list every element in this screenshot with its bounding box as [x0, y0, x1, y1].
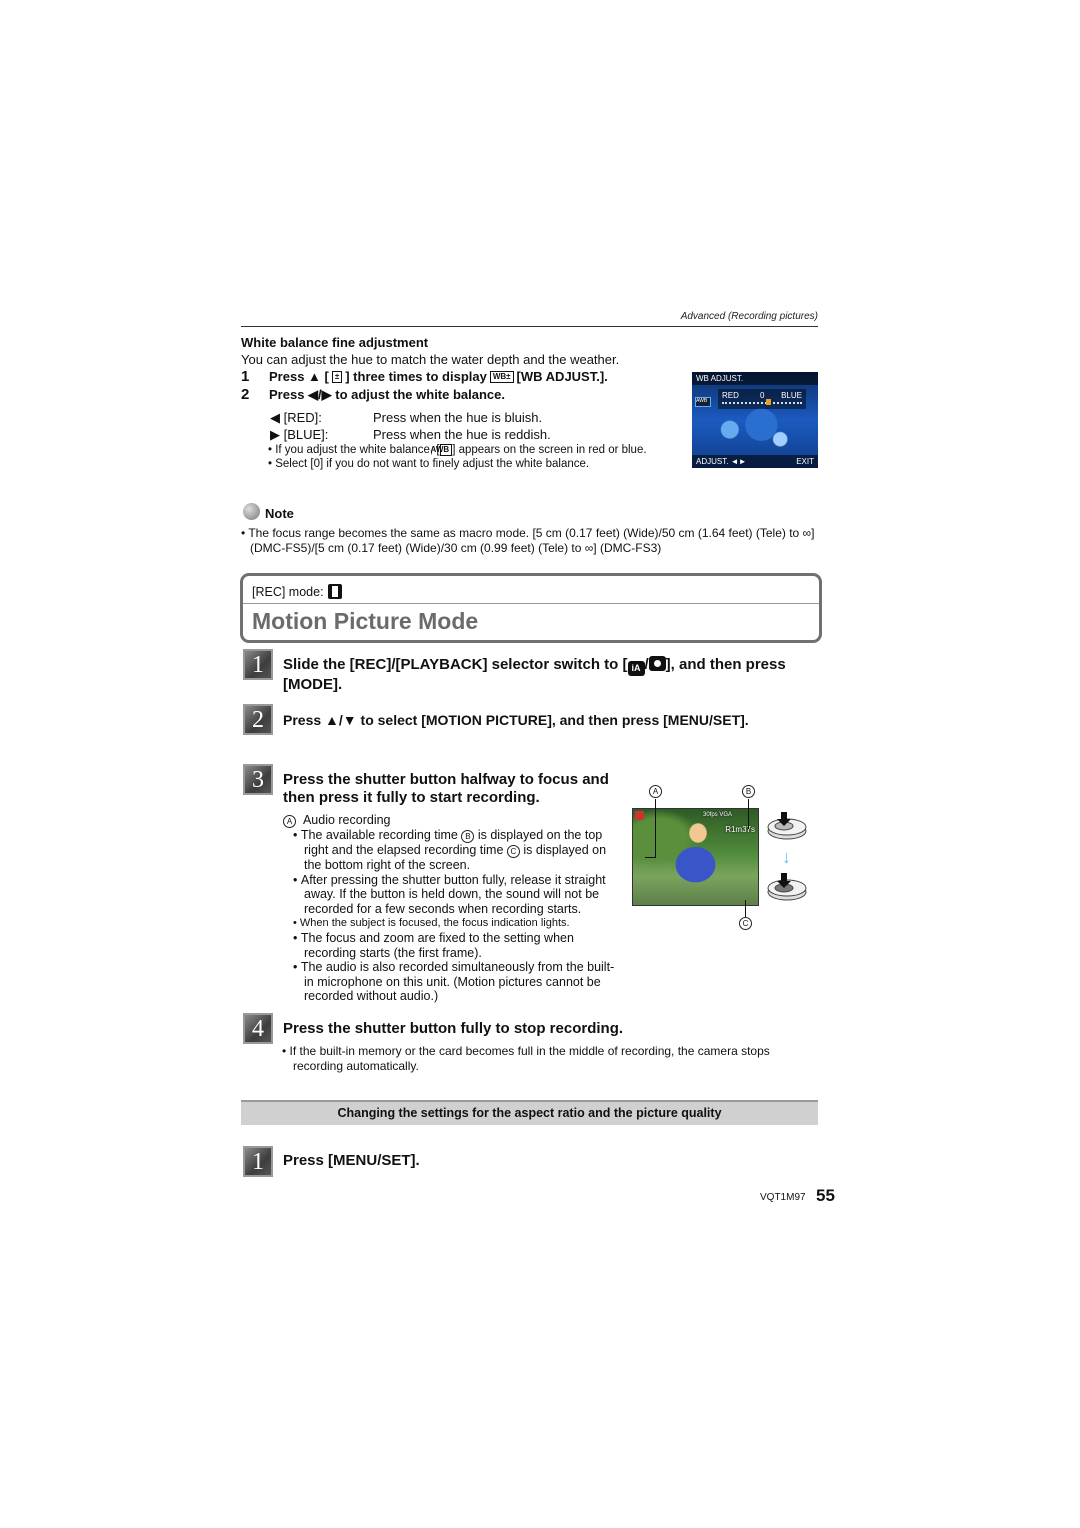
- note-text: • The focus range becomes the same as ma…: [241, 526, 821, 556]
- awb-icon: AWB: [431, 443, 453, 456]
- wb-bullets: • If you adjust the white balance, [AWB]…: [268, 443, 683, 471]
- center-value: 0: [760, 391, 765, 400]
- screen-title-bar: WB ADJUST.: [692, 372, 818, 385]
- legend-a: A Audio recording: [283, 813, 623, 828]
- bullet-text: ] appears on the screen in red or blue.: [452, 444, 647, 456]
- note-label: Note: [265, 506, 294, 521]
- exposure-icon: ±: [331, 370, 343, 383]
- wb-step-2: 2 Press ◀/▶ to adjust the white balance.: [241, 386, 505, 403]
- wb-option-blue: ▶ [BLUE]: Press when the hue is reddish.: [270, 427, 551, 443]
- bullet-item: • After pressing the shutter button full…: [293, 872, 606, 916]
- option-key: ▶ [BLUE]:: [270, 427, 329, 442]
- figure-label-c: C: [739, 917, 752, 930]
- red-label: RED: [722, 391, 739, 400]
- step-3-details: A Audio recording • The available record…: [283, 813, 623, 1004]
- settings-step-1-text: Press [MENU/SET].: [283, 1152, 420, 1169]
- bullet-text: After pressing the shutter button fully,…: [300, 872, 606, 916]
- document-code: VQT1M97: [760, 1192, 806, 1203]
- bullet-item: • The audio is also recorded simultaneou…: [293, 960, 615, 1004]
- shutter-full-press-icon: [767, 873, 807, 901]
- bullet-item: • Select [0] if you do not want to finel…: [268, 458, 590, 470]
- figure-label-a: A: [649, 785, 662, 798]
- settings-subsection-bar: Changing the settings for the aspect rat…: [241, 1100, 818, 1125]
- note-pencil-icon: [243, 503, 260, 520]
- marker-c: C: [506, 845, 520, 858]
- hud-remaining-time: R1m37s: [725, 825, 755, 834]
- wb-step-number: 1: [241, 368, 250, 385]
- option-key: ◀ [RED]:: [270, 410, 322, 425]
- page-title: Motion Picture Mode: [252, 608, 479, 634]
- step-badge-2: 2: [243, 704, 273, 735]
- arrow-down-icon: ↓: [782, 847, 791, 867]
- figure-label-b: B: [742, 785, 755, 798]
- header-divider: [241, 326, 818, 327]
- section-label: Advanced (Recording pictures): [680, 311, 818, 322]
- bullet-item: • The focus and zoom are fixed to the se…: [293, 930, 574, 960]
- callout-line-a: [655, 799, 656, 857]
- bullet-text: If the built-in memory or the card becom…: [289, 1044, 770, 1073]
- wb-step-text: [WB ADJUST.].: [516, 369, 608, 384]
- bullet-item: • If the built-in memory or the card bec…: [282, 1044, 770, 1073]
- bullet-item: • If you adjust the white balance, [AWB]…: [268, 443, 683, 457]
- wb-step-1: 1 Press ▲ [ ± ] three times to display W…: [241, 368, 608, 385]
- bullet-text: When the subject is focused, the focus i…: [299, 917, 570, 930]
- step-2-text: Press ▲/▼ to select [MOTION PICTURE], an…: [283, 712, 749, 728]
- step-4-details: • If the built-in memory or the card bec…: [282, 1044, 813, 1073]
- wb-section-title: White balance fine adjustment: [241, 335, 429, 350]
- mode-box-divider: [243, 603, 819, 604]
- bullet-text: The audio is also recorded simultaneousl…: [300, 960, 615, 1004]
- step-badge-3: 3: [243, 764, 273, 795]
- callout-line-c: [745, 900, 746, 917]
- exit-hint: EXIT: [796, 457, 814, 466]
- wb-slider-panel: RED 0 BLUE: [718, 389, 806, 409]
- wb-step-text: Press ▲ [: [269, 369, 329, 384]
- wb-adjust-screen-image: WB ADJUST. AWB RED 0 BLUE ADJUST. ◄► EXI…: [692, 372, 818, 468]
- bullet-text: The available recording time: [300, 828, 462, 842]
- wb-adjust-icon: WB±: [489, 370, 514, 383]
- option-desc: Press when the hue is reddish.: [373, 427, 551, 442]
- motion-picture-icon: [327, 584, 342, 599]
- callout-line-b: [748, 799, 749, 829]
- bullet-text: • If you adjust the white balance, [: [268, 444, 440, 456]
- wb-intro-text: You can adjust the hue to match the wate…: [241, 352, 620, 367]
- rec-mode-label: [REC] mode:: [252, 584, 324, 599]
- page-number: 55: [816, 1186, 835, 1205]
- step-1-text: Slide the [REC]/[PLAYBACK] selector swit…: [283, 656, 813, 694]
- awb-indicator: AWB: [695, 397, 711, 407]
- motion-mode-indicator: [635, 811, 644, 820]
- wb-option-red: ◀ [RED]: Press when the hue is bluish.: [270, 410, 542, 426]
- settings-step-badge-1: 1: [243, 1146, 273, 1177]
- note-bullet: • The focus range becomes the same as ma…: [241, 526, 815, 555]
- rec-mode-line: [REC] mode:: [252, 584, 342, 599]
- intelligent-auto-icon: iA: [627, 661, 645, 676]
- step-badge-4: 4: [243, 1013, 273, 1044]
- screen-title: WB ADJUST.: [696, 374, 744, 383]
- callout-line-a: [645, 857, 656, 858]
- wb-step-text: ] three times to display: [345, 369, 487, 384]
- camera-icon: [648, 656, 666, 671]
- wb-scale: [722, 402, 802, 406]
- bullet-item: • The available recording time B is disp…: [293, 828, 607, 872]
- wb-step-number: 2: [241, 386, 250, 403]
- wb-step-text: Press ◀/▶ to adjust the white balance.: [269, 386, 505, 402]
- option-desc: Press when the hue is bluish.: [373, 410, 543, 425]
- blue-label: BLUE: [781, 391, 802, 400]
- marker-b: B: [461, 830, 475, 843]
- step-text: Slide the [REC]/[PLAYBACK] selector swit…: [283, 656, 628, 673]
- legend-a-text: Audio recording: [302, 813, 391, 827]
- bullet-text: The focus and zoom are fixed to the sett…: [300, 930, 574, 960]
- shutter-half-press-icon: [767, 812, 807, 840]
- bullet-item: • When the subject is focused, the focus…: [293, 917, 570, 930]
- wb-cursor: [766, 399, 771, 405]
- adjust-hint: ADJUST. ◄►: [696, 457, 747, 466]
- screen-bottom-bar: ADJUST. ◄► EXIT: [692, 455, 818, 468]
- hud-quality: 30fps VGA: [703, 812, 733, 818]
- step-3-text: Press the shutter button halfway to focu…: [283, 771, 609, 806]
- step-4-text: Press the shutter button fully to stop r…: [283, 1020, 624, 1037]
- marker-a: A: [283, 815, 296, 828]
- step-badge-1: 1: [243, 649, 273, 680]
